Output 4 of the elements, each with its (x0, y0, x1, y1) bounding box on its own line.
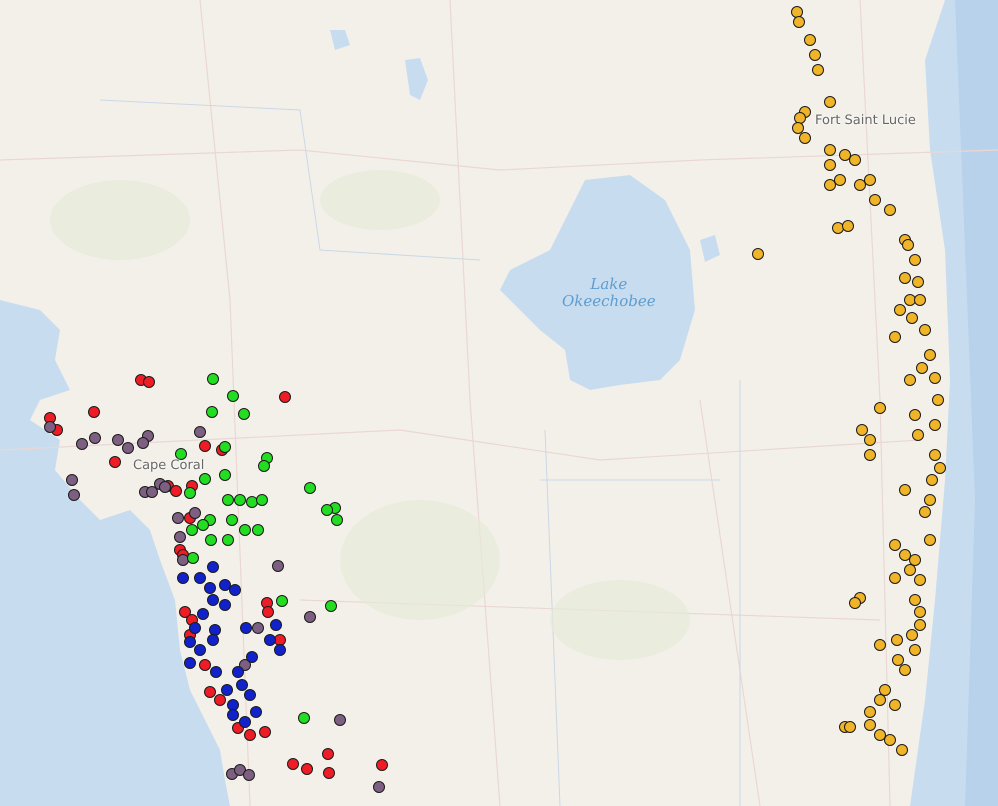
lake-label: Lake Okeechobee (562, 276, 656, 309)
map-marker[interactable] (175, 448, 187, 460)
city-label: Fort Saint Lucie (815, 114, 916, 128)
city-label: Cape Coral (133, 459, 204, 474)
